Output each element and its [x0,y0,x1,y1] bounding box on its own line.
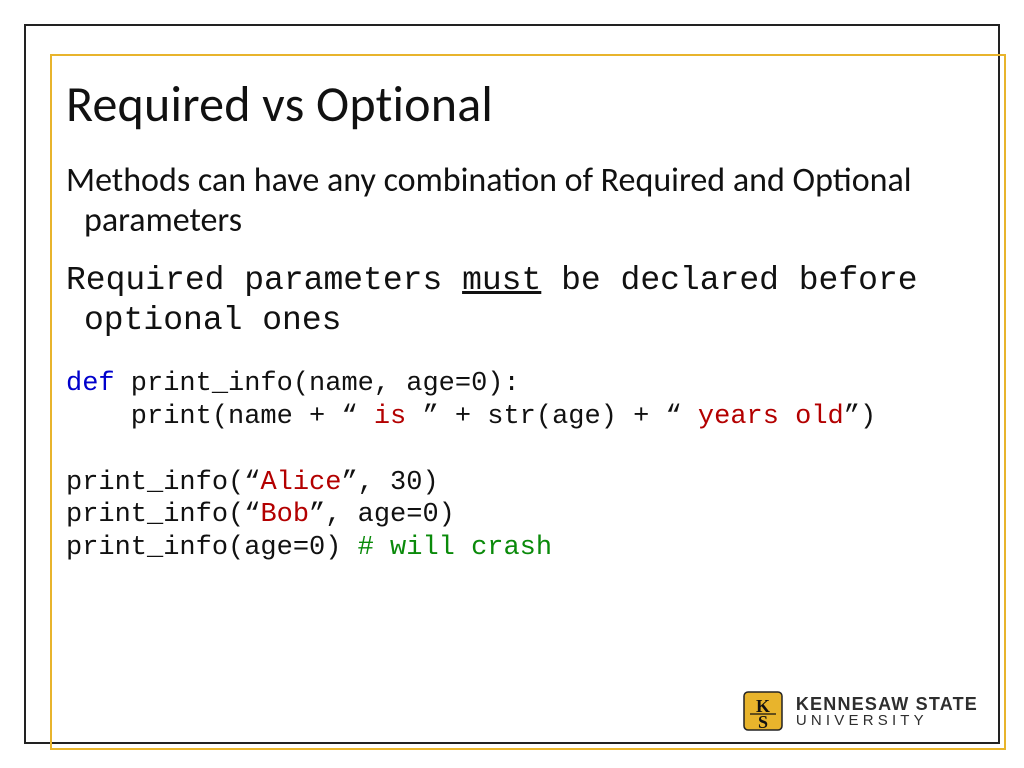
body2-prefix: Required parameters [66,262,462,299]
code-block: def print_info(name, age=0): print(name … [66,368,964,566]
body2-underlined: must [462,262,541,299]
university-logo: K S KENNESAW STATE UNIVERSITY [740,688,978,734]
slide-content: Required vs Optional Methods can have an… [66,74,964,708]
code-l4-a: print_info(“ [66,468,260,498]
slide: Required vs Optional Methods can have an… [0,0,1024,768]
str-years-old: years old [698,402,844,432]
logo-line-1: KENNESAW STATE [796,695,978,713]
comment-crash: # will crash [358,533,552,563]
code-l2-c: ” + str(age) + “ [406,402,698,432]
str-bob: Bob [260,500,309,530]
code-l2-a: print(name + “ [66,402,374,432]
str-is: is [374,402,406,432]
svg-text:S: S [758,712,768,732]
code-l6-a: print_info(age=0) [66,533,358,563]
code-l5-c: ”, age=0) [309,500,455,530]
ks-monogram-icon: K S [740,688,786,734]
logo-text: KENNESAW STATE UNIVERSITY [796,695,978,728]
body-paragraph-1: Methods can have any combination of Requ… [84,161,964,241]
slide-title: Required vs Optional [66,74,964,135]
body-paragraph-2: Required parameters must be declared bef… [84,261,964,342]
code-l1-rest: print_info(name, age=0): [115,369,520,399]
str-alice: Alice [260,468,341,498]
logo-line-2: UNIVERSITY [796,713,978,728]
code-l4-c: ”, 30) [341,468,438,498]
code-l2-e: ”) [844,402,876,432]
code-l5-a: print_info(“ [66,500,260,530]
kw-def: def [66,369,115,399]
